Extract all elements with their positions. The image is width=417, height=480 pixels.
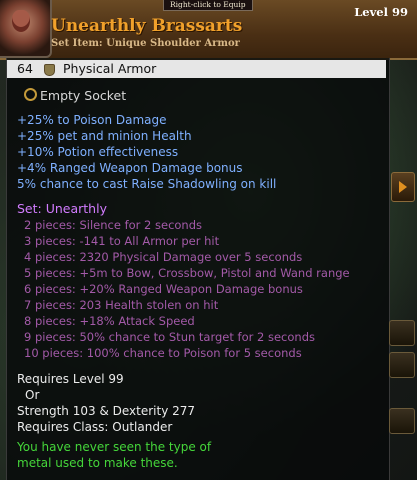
set-bonus-line: 3 pieces: -141 to All Armor per hit	[24, 234, 220, 248]
socket-ring-icon	[24, 88, 37, 101]
skill-slot-button[interactable]	[389, 408, 415, 434]
socket-row: Empty Socket	[24, 88, 126, 103]
set-bonus-line: 9 pieces: 50% chance to Stun target for …	[24, 330, 315, 344]
stat-line: 5% chance to cast Raise Shadowling on ki…	[17, 177, 277, 191]
set-name: Set: Unearthly	[17, 201, 107, 216]
equip-hint: Right-click to Equip	[163, 0, 253, 11]
armor-label: Physical Armor	[63, 61, 157, 76]
requirement-line: Strength 103 & Dexterity 277	[17, 404, 196, 418]
set-bonus-line: 5 pieces: +5m to Bow, Crossbow, Pistol a…	[24, 266, 350, 280]
socket-label: Empty Socket	[40, 88, 127, 103]
stat-line: +10% Potion effectiveness	[17, 145, 179, 159]
armor-shield-icon	[44, 64, 55, 76]
requirement-or: Or	[25, 388, 40, 402]
armor-row: 64 Physical Armor	[7, 60, 386, 78]
portrait-face	[12, 10, 30, 32]
character-portrait[interactable]	[0, 0, 52, 58]
set-bonus-line: 8 pieces: +18% Attack Speed	[24, 314, 195, 328]
item-title: Unearthly Brassarts	[51, 16, 243, 36]
stat-line: +25% pet and minion Health	[17, 129, 192, 143]
stat-line: +25% to Poison Damage	[17, 113, 167, 127]
requirement-line: Requires Level 99	[17, 372, 124, 386]
expand-arrow-button[interactable]	[391, 172, 415, 202]
flavor-text: metal used to make these.	[17, 456, 178, 470]
set-bonus-line: 10 pieces: 100% chance to Poison for 5 s…	[24, 346, 302, 360]
skill-slot-button[interactable]	[389, 352, 415, 378]
set-bonus-line: 6 pieces: +20% Ranged Weapon Damage bonu…	[24, 282, 303, 296]
arrow-right-icon	[399, 181, 407, 193]
tooltip-header: Right-click to Equip Unearthly Brassarts…	[0, 0, 417, 60]
set-bonus-line: 4 pieces: 2320 Physical Damage over 5 se…	[24, 250, 303, 264]
requirement-class: Requires Class: Outlander	[17, 420, 173, 434]
skill-slot-button[interactable]	[389, 320, 415, 346]
armor-value: 64	[17, 61, 33, 76]
item-subtitle: Set Item: Unique Shoulder Armor	[51, 38, 240, 49]
flavor-text: You have never seen the type of	[17, 440, 212, 454]
set-bonus-line: 2 pieces: Silence for 2 seconds	[24, 218, 203, 232]
set-bonus-line: 7 pieces: 203 Health stolen on hit	[24, 298, 219, 312]
item-level: Level 99	[354, 5, 408, 19]
stat-line: +4% Ranged Weapon Damage bonus	[17, 161, 243, 175]
